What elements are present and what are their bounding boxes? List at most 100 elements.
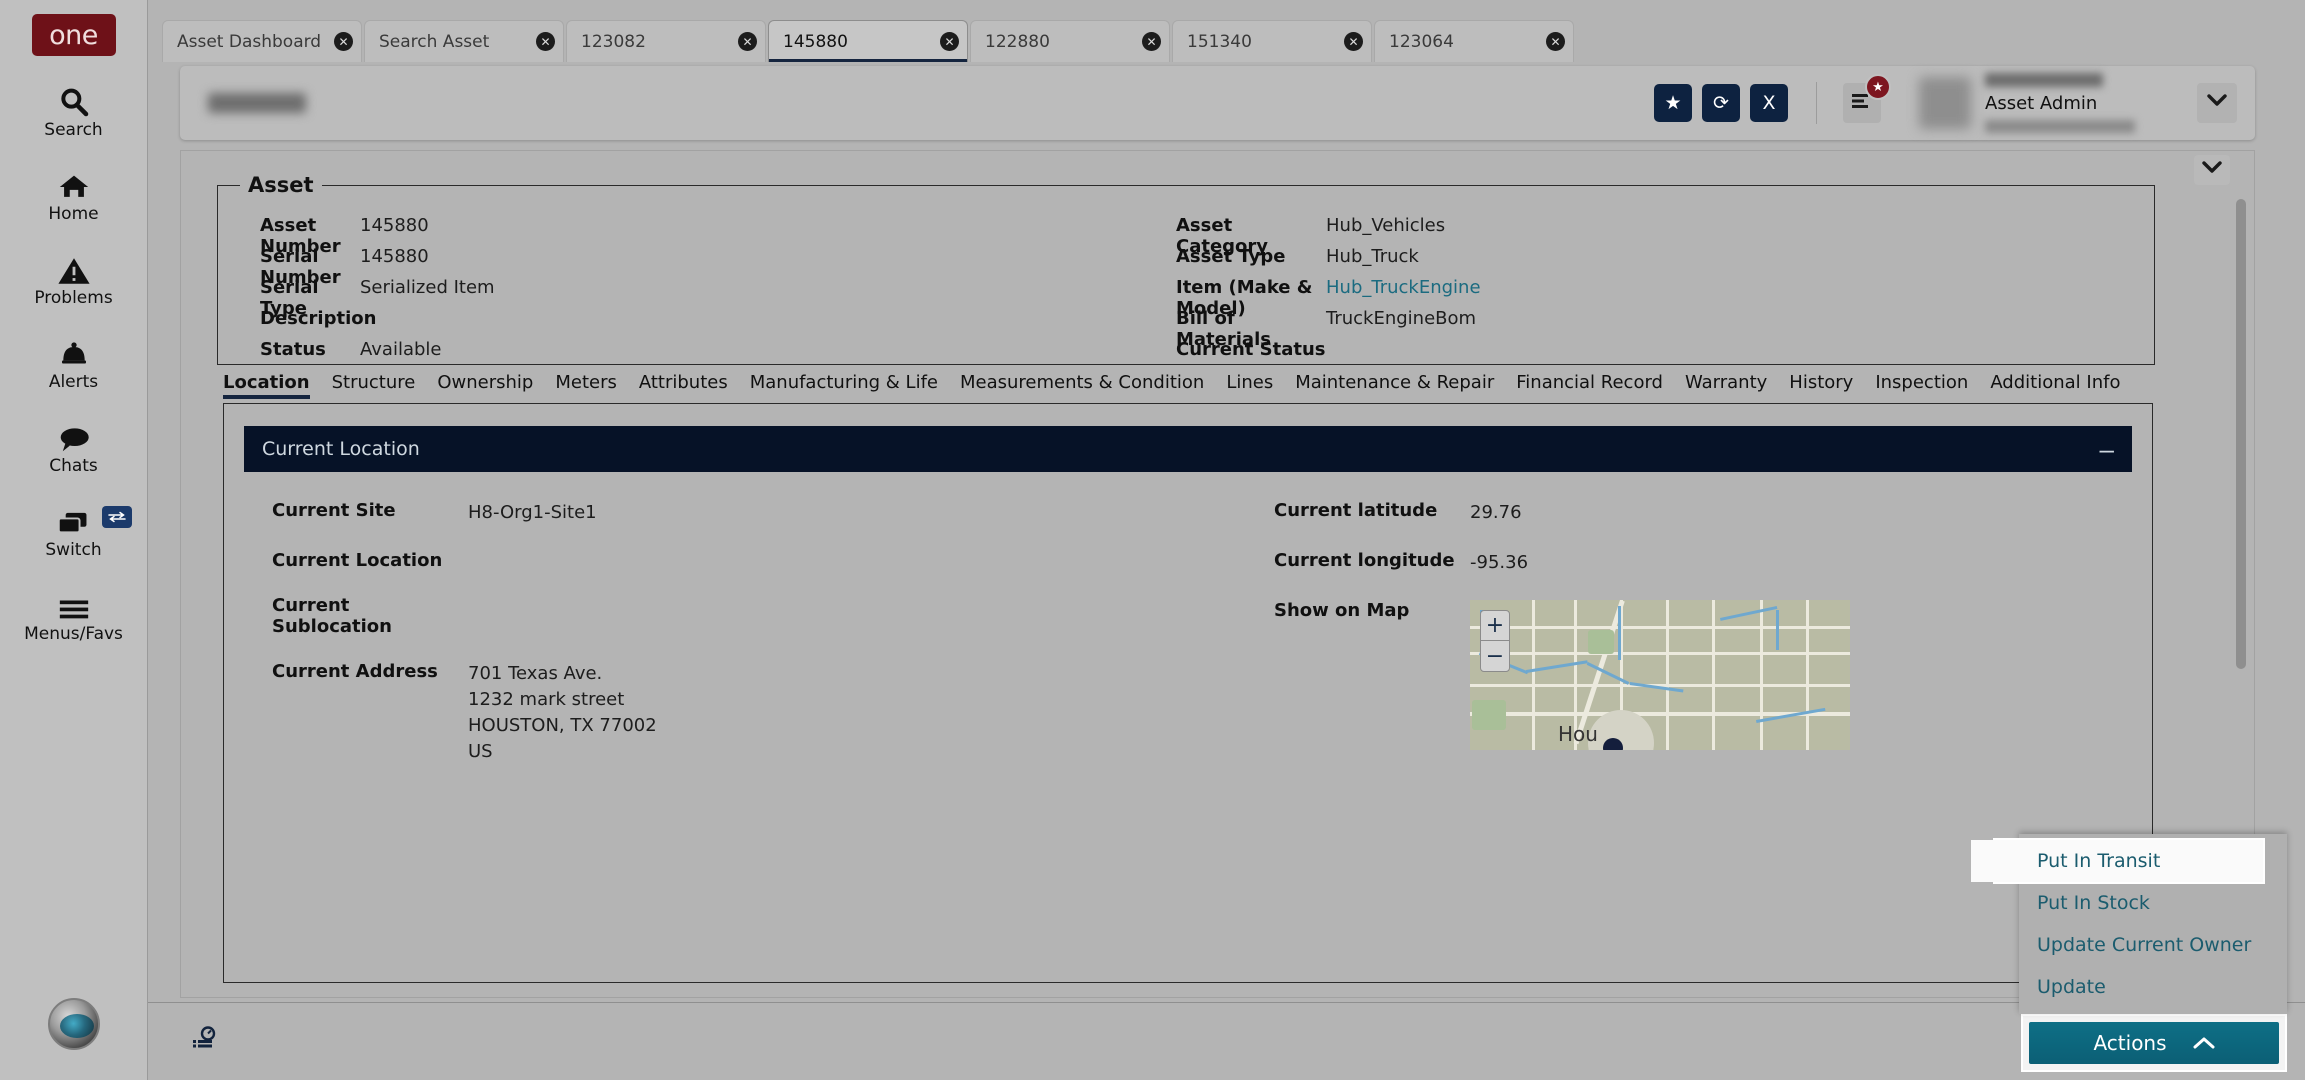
bell-icon	[58, 334, 90, 370]
tab-close-icon[interactable]: ✕	[536, 32, 555, 51]
asset-fieldset-legend: Asset	[240, 173, 322, 197]
browser-tab[interactable]: 145880✕	[768, 20, 968, 62]
field-value: Hub_Vehicles	[1326, 215, 1445, 236]
browser-tab[interactable]: 151340✕	[1172, 20, 1372, 62]
sidebar-item-label: Chats	[49, 456, 98, 476]
detail-tab[interactable]: Ownership	[437, 372, 533, 399]
actions-menu-item[interactable]: Update	[2019, 966, 2287, 1008]
detail-tab[interactable]: Measurements & Condition	[960, 372, 1204, 399]
panel-collapse-icon[interactable]: –	[2100, 444, 2114, 454]
map-city-label: Hou	[1558, 722, 1598, 746]
current-location-panel-header: Current Location –	[244, 426, 2132, 472]
tab-close-icon[interactable]: ✕	[940, 32, 959, 51]
browser-tab[interactable]: Asset Dashboard✕	[162, 20, 362, 62]
brand-logo[interactable]: one	[32, 14, 116, 56]
browser-tab-label: 122880	[985, 32, 1142, 52]
sidebar-item-switch[interactable]: Switch	[0, 502, 148, 560]
sidebar-item-search[interactable]: Search	[0, 82, 148, 140]
field-label: Current Location	[272, 550, 468, 571]
detail-tab[interactable]: Manufacturing & Life	[750, 372, 938, 399]
actions-menu-item[interactable]: Put In Stock	[2019, 882, 2287, 924]
field-row: Bill of MaterialsTruckEngineBom	[1176, 308, 2138, 338]
page-header: ★ ⟳ X ★ Asset Admin	[180, 66, 2255, 140]
field-value: -95.36	[1470, 550, 1528, 576]
sidebar-item-menus-favs[interactable]: Menus/Favs	[0, 586, 148, 644]
browser-tab-label: 145880	[783, 32, 940, 52]
location-map[interactable]: Hou + −	[1470, 600, 1850, 750]
browser-tab-label: Asset Dashboard	[177, 32, 334, 52]
actions-button-label: Actions	[2093, 1031, 2166, 1055]
field-row: Asset TypeHub_Truck	[1176, 246, 2138, 276]
detail-tab[interactable]: Location	[223, 372, 310, 399]
field-row: Description	[260, 308, 1138, 338]
detail-tab[interactable]: Additional Info	[1990, 372, 2120, 399]
show-on-map-row: Show on Map	[1274, 600, 2104, 750]
tab-close-icon[interactable]: ✕	[1344, 32, 1363, 51]
map-zoom-out-button[interactable]: −	[1481, 641, 1509, 671]
tab-close-icon[interactable]: ✕	[738, 32, 757, 51]
user-avatar[interactable]	[1919, 77, 1971, 129]
tab-close-icon[interactable]: ✕	[1546, 32, 1565, 51]
switch-toggle-badge[interactable]	[102, 506, 132, 528]
location-right-column: Current latitude 29.76 Current longitude…	[1274, 500, 2104, 789]
map-zoom-controls[interactable]: + −	[1480, 610, 1510, 672]
browser-tab-label: 123082	[581, 32, 738, 52]
browser-tab[interactable]: 123082✕	[566, 20, 766, 62]
detail-tab[interactable]: Financial Record	[1516, 372, 1663, 399]
sidebar-item-problems[interactable]: Problems	[0, 250, 148, 308]
field-row: Serial Number145880	[260, 246, 1138, 276]
field-label: Current Sublocation	[272, 595, 468, 637]
actions-menu-item[interactable]: Put In Transit	[1995, 840, 2263, 882]
detail-tab[interactable]: History	[1789, 372, 1853, 399]
detail-tab[interactable]: Maintenance & Repair	[1295, 372, 1494, 399]
field-value: 29.76	[1470, 500, 1522, 526]
browser-tab[interactable]: 122880✕	[970, 20, 1170, 62]
detail-tab[interactable]: Lines	[1226, 372, 1273, 399]
field-value: Hub_Truck	[1326, 246, 1419, 267]
browser-tab-label: 123064	[1389, 32, 1546, 52]
detail-tab[interactable]: Inspection	[1875, 372, 1968, 399]
actions-menu-item[interactable]: Update Current Owner	[2019, 924, 2287, 966]
switch-cards-icon	[56, 502, 92, 538]
tab-close-icon[interactable]: ✕	[334, 32, 353, 51]
field-value[interactable]: Hub_TruckEngine	[1326, 277, 1481, 298]
left-sidebar: one Search Home Problems Alerts	[0, 0, 148, 1080]
field-row: Asset CategoryHub_Vehicles	[1176, 215, 2138, 245]
detail-tab[interactable]: Structure	[332, 372, 416, 399]
field-value: H8-Org1-Site1	[468, 500, 597, 526]
collapse-all-button[interactable]	[2194, 155, 2230, 185]
field-value: 701 Texas Ave. 1232 mark street HOUSTON,…	[468, 661, 657, 765]
field-row: Current SiteH8-Org1-Site1	[272, 500, 1274, 526]
browser-tab[interactable]: Search Asset✕	[364, 20, 564, 62]
field-label: Current Address	[272, 661, 468, 682]
dashboard-gauge-icon[interactable]	[192, 1025, 218, 1056]
field-row: Current Location	[272, 550, 1274, 571]
current-location-panel-body: Current SiteH8-Org1-Site1 Current Locatio…	[224, 472, 2152, 789]
favorite-button[interactable]: ★	[1654, 84, 1692, 122]
header-divider	[1816, 82, 1817, 124]
tab-close-icon[interactable]: ✕	[1142, 32, 1161, 51]
close-button[interactable]: X	[1750, 84, 1788, 122]
vertical-scrollbar[interactable]	[2236, 199, 2246, 669]
browser-tab-strip: Asset Dashboard✕Search Asset✕123082✕1458…	[148, 0, 2305, 62]
user-menu-caret-button[interactable]	[2197, 83, 2237, 123]
refresh-button[interactable]: ⟳	[1702, 84, 1740, 122]
map-zoom-in-button[interactable]: +	[1481, 611, 1509, 641]
favorites-menu-button[interactable]: ★	[1843, 83, 1881, 123]
detail-tab[interactable]: Meters	[555, 372, 617, 399]
actions-button[interactable]: Actions	[2029, 1022, 2279, 1064]
user-avatar-globe[interactable]	[48, 998, 100, 1050]
sidebar-item-chats[interactable]: Chats	[0, 418, 148, 476]
detail-tab[interactable]: Attributes	[639, 372, 728, 399]
search-icon	[58, 82, 90, 118]
browser-tab[interactable]: 123064✕	[1374, 20, 1574, 62]
browser-tab-label: Search Asset	[379, 32, 536, 52]
content-panel: Asset Asset Number145880Serial Number145…	[180, 150, 2255, 998]
detail-tab[interactable]: Warranty	[1685, 372, 1767, 399]
sidebar-item-label: Problems	[34, 288, 112, 308]
asset-left-column: Asset Number145880Serial Number145880Ser…	[218, 215, 1138, 370]
field-label: Current latitude	[1274, 500, 1470, 521]
sidebar-item-alerts[interactable]: Alerts	[0, 334, 148, 392]
sidebar-item-home[interactable]: Home	[0, 166, 148, 224]
refresh-icon: ⟳	[1713, 92, 1729, 114]
